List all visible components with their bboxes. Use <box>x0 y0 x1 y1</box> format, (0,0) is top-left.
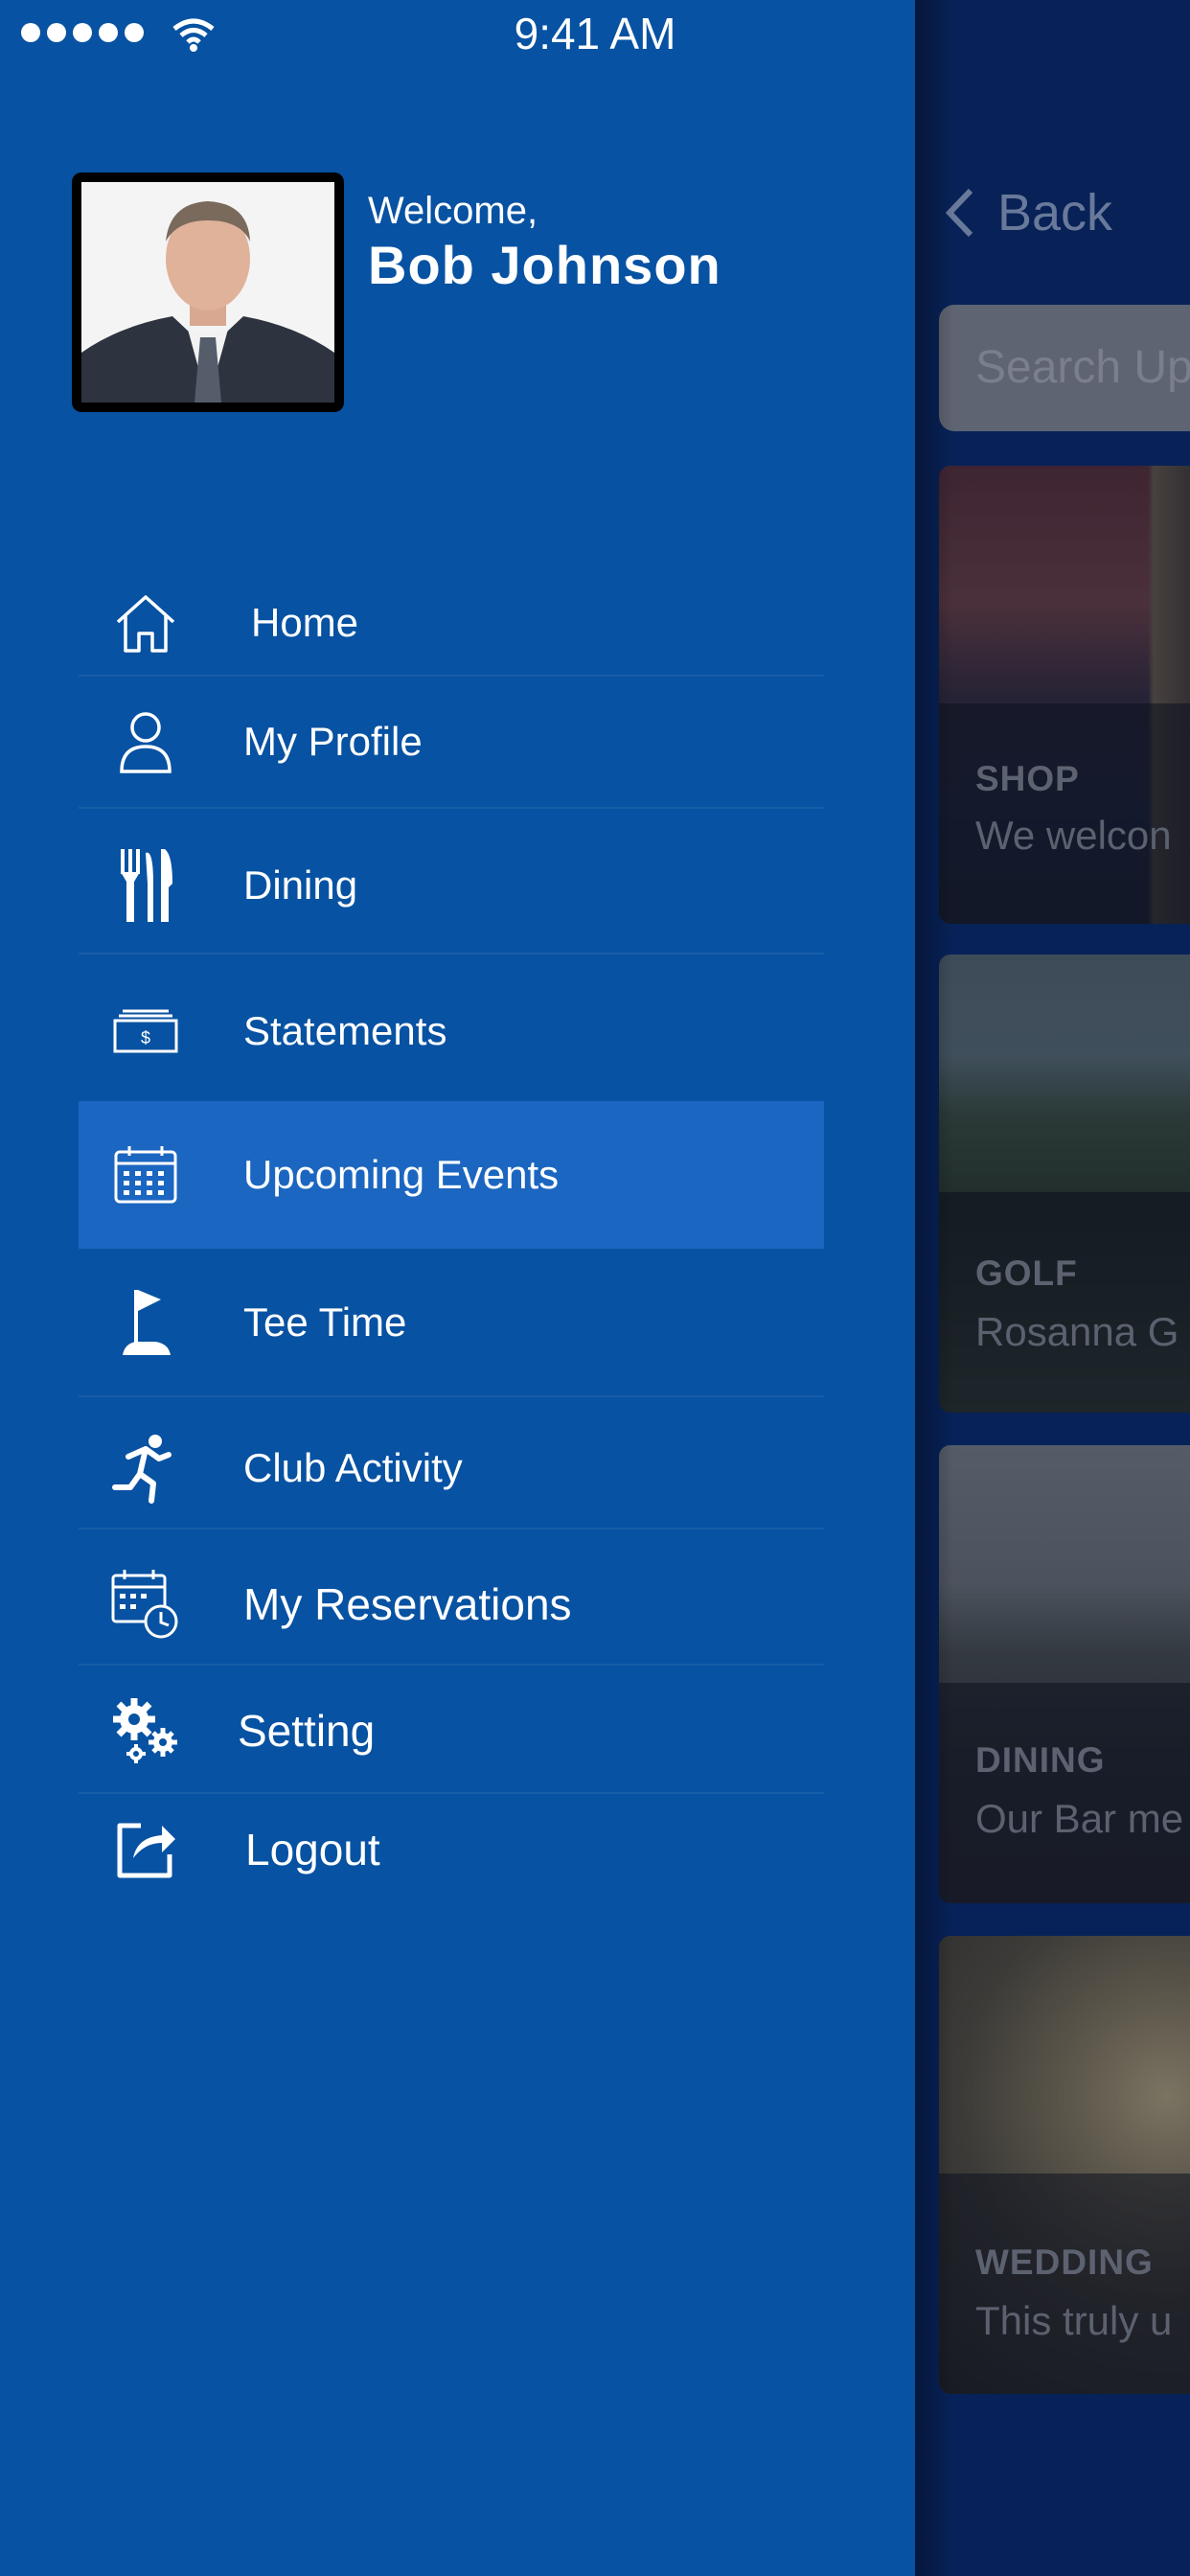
menu-divider <box>79 1528 824 1530</box>
menu-item-my-profile[interactable]: My Profile <box>79 690 824 794</box>
menu-item-label: Statements <box>243 1008 447 1053</box>
menu-divider <box>79 1664 824 1666</box>
menu-item-dining[interactable]: Dining <box>79 834 824 937</box>
menu-divider <box>79 675 824 677</box>
flag-icon <box>107 1284 184 1361</box>
menu-item-statements[interactable]: $ Statements <box>79 979 824 1083</box>
menu-item-club-activity[interactable]: Club Activity <box>79 1416 824 1520</box>
share-icon <box>107 1811 184 1888</box>
welcome-text: Welcome, <box>368 190 538 232</box>
cutlery-icon <box>107 847 184 924</box>
menu-divider <box>79 1792 824 1794</box>
home-icon <box>107 585 184 661</box>
menu-item-label: Setting <box>238 1706 376 1756</box>
menu-item-tee-time[interactable]: Tee Time <box>79 1271 824 1374</box>
gears-icon <box>107 1692 184 1769</box>
calendar-icon <box>107 1137 184 1213</box>
menu-item-my-reservations[interactable]: My Reservations <box>79 1552 824 1656</box>
menu-item-label: Tee Time <box>243 1300 407 1345</box>
status-time: 9:41 AM <box>514 9 676 58</box>
side-menu: Welcome, Bob Johnson Home My Profile Din… <box>0 0 915 2576</box>
avatar[interactable] <box>72 172 344 412</box>
user-icon <box>107 703 184 780</box>
profile-photo <box>81 182 334 402</box>
user-name: Bob Johnson <box>368 235 721 295</box>
menu-item-upcoming-events[interactable]: Upcoming Events <box>79 1101 824 1249</box>
svg-text:$: $ <box>141 1028 150 1047</box>
menu-item-label: Home <box>251 600 359 645</box>
money-icon: $ <box>107 993 184 1070</box>
menu-item-home[interactable]: Home <box>79 571 824 675</box>
menu-divider <box>79 1395 824 1397</box>
overlay-dim[interactable] <box>915 0 1190 2576</box>
calendar-clock-icon <box>107 1566 184 1643</box>
menu-item-label: Logout <box>245 1825 380 1874</box>
menu-item-logout[interactable]: Logout <box>79 1802 824 1898</box>
menu-item-label: Upcoming Events <box>243 1152 560 1197</box>
menu-item-label: Club Activity <box>243 1445 463 1490</box>
menu-divider <box>79 953 824 954</box>
menu-divider <box>79 807 824 809</box>
drawer-shadow <box>915 0 953 2576</box>
menu-item-label: Dining <box>243 862 358 908</box>
menu-item-label: My Reservations <box>243 1579 572 1629</box>
runner-icon <box>107 1430 184 1506</box>
menu-item-setting[interactable]: Setting <box>79 1683 824 1779</box>
menu-item-label: My Profile <box>243 719 423 764</box>
